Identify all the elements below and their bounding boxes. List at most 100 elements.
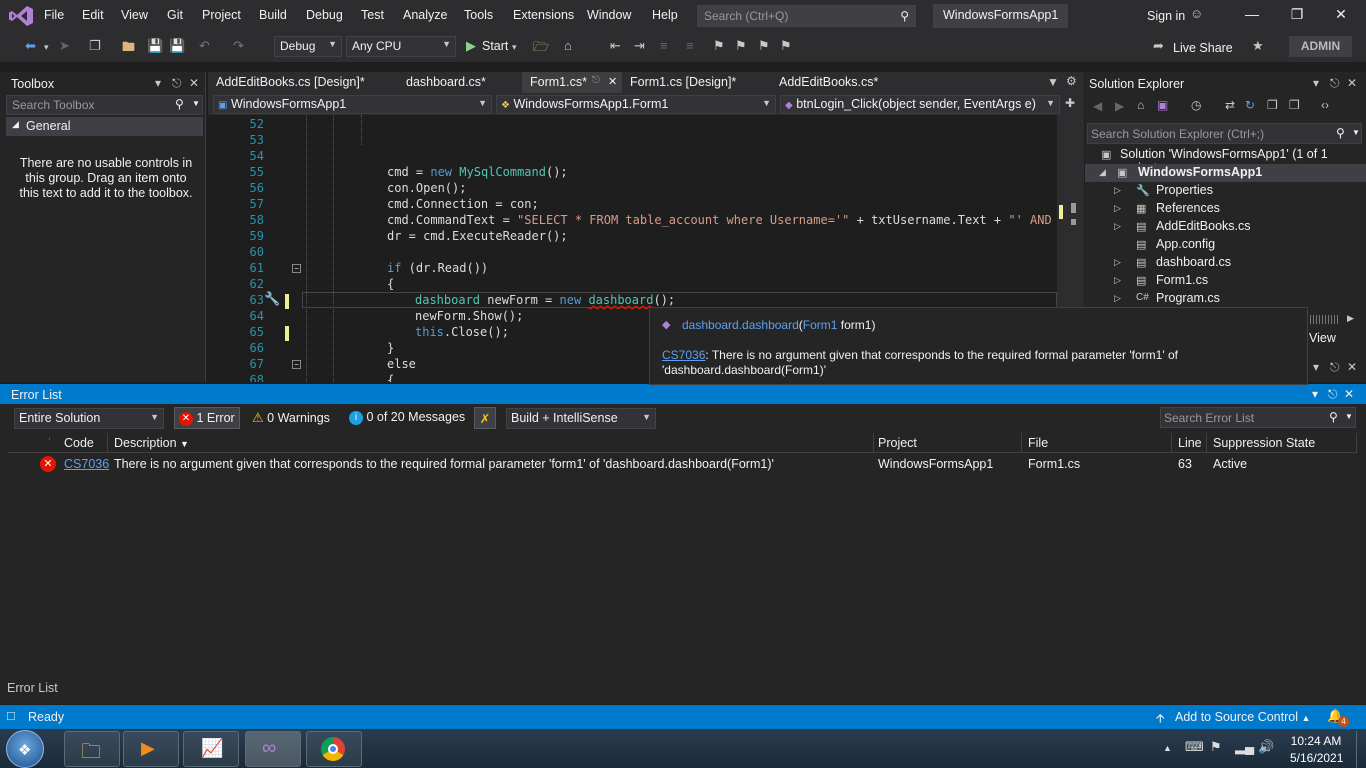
minimize-icon[interactable]: — (1237, 6, 1267, 22)
solution-platform-select[interactable]: Any CPU ▼ (346, 36, 456, 57)
navigate-back-icon[interactable]: ⬅ (25, 38, 36, 54)
pin-icon[interactable]: ⎋ (1330, 76, 1340, 91)
pin-icon[interactable]: ⎋ (172, 76, 182, 91)
close-icon[interactable]: ✕ (189, 76, 199, 90)
home-icon[interactable]: ⌂ (1137, 98, 1144, 112)
panel-dropdown-icon[interactable]: ▾ (1313, 76, 1319, 90)
sync-icon[interactable]: ⇄ (1225, 98, 1235, 112)
menu-tools[interactable]: Tools (464, 8, 493, 22)
step-into-icon[interactable]: ⇤ (610, 38, 621, 54)
browse-icon[interactable]: 🗁 (533, 38, 549, 60)
action-center-icon[interactable]: ⚑ (1210, 739, 1222, 755)
horizontal-scroll-thumb[interactable] (1307, 315, 1339, 324)
system-monitor-icon[interactable]: 📈 (183, 731, 239, 767)
tree-item-dashboard[interactable]: ▷ ▤ dashboard.cs (1085, 254, 1366, 272)
column-file[interactable]: File (1022, 433, 1172, 453)
media-player-icon[interactable]: ▶ (123, 731, 179, 767)
warnings-filter-toggle[interactable]: ⚠ 0 Warnings (248, 407, 334, 429)
tab-addeditbooks-cs[interactable]: AddEditBooks.cs* (771, 72, 886, 93)
pin-icon[interactable]: ⎋ (1328, 387, 1338, 402)
show-hidden-icons-icon[interactable]: ▲ (1163, 743, 1172, 753)
collapse-icon[interactable]: − (292, 360, 301, 369)
column-code[interactable]: Code (58, 433, 108, 453)
start-dropdown-icon[interactable]: ▾ (512, 42, 517, 53)
menu-analyze[interactable]: Analyze (403, 8, 447, 22)
tree-item-project[interactable]: ◢ ▣ WindowsFormsApp1 (1085, 164, 1366, 182)
menu-debug[interactable]: Debug (306, 8, 343, 22)
pending-changes-icon[interactable]: ◷ (1191, 98, 1201, 112)
column-project[interactable]: Project (872, 433, 1022, 453)
show-all-files-icon[interactable]: ❐ (1289, 98, 1300, 112)
scroll-right-icon[interactable]: ▶ (1347, 313, 1354, 324)
column-suppression-state[interactable]: Suppression State (1207, 433, 1357, 453)
comment-icon[interactable]: ≡ (660, 38, 668, 53)
error-list-search-input[interactable]: Search Error List ⚲ ▼ (1160, 407, 1356, 428)
undo-icon[interactable]: ↶ (199, 38, 210, 54)
quick-actions-screwdriver-icon[interactable]: 🔧 (264, 292, 280, 307)
menu-window[interactable]: Window (587, 8, 631, 22)
column-description[interactable]: Description ▼ (108, 433, 874, 453)
code-view-icon[interactable]: ‹› (1321, 98, 1329, 112)
project-navigation-select[interactable]: ▣ WindowsFormsApp1 ▼ (213, 95, 492, 114)
tree-item-solution[interactable]: ▣ Solution 'WindowsFormsApp1' (1 of 1 pr… (1085, 146, 1366, 175)
start-play-icon[interactable]: ▶ (466, 38, 476, 54)
menu-view[interactable]: View (121, 8, 148, 22)
menu-help[interactable]: Help (652, 8, 678, 22)
tab-list-dropdown-icon[interactable]: ▼ (1047, 75, 1059, 89)
pin-icon[interactable]: ⎋ (592, 75, 600, 86)
error-code-link[interactable]: CS7036 (64, 457, 109, 471)
back-icon[interactable]: ◀ (1093, 99, 1102, 113)
uncomment-icon[interactable]: ≡ (686, 38, 694, 53)
solution-explorer-search-input[interactable]: Search Solution Explorer (Ctrl+;) ⚲ ▼ (1087, 123, 1362, 144)
tree-item-form1[interactable]: ▷ ▤ Form1.cs (1085, 272, 1366, 290)
menu-extensions[interactable]: Extensions (513, 8, 574, 22)
add-to-source-control-button[interactable]: Add to Source Control ▲ (1175, 710, 1310, 724)
visual-studio-logo-icon[interactable] (8, 5, 34, 27)
show-desktop-button[interactable] (1356, 731, 1366, 768)
user-account-badge[interactable]: ADMIN (1289, 36, 1352, 57)
start-button[interactable]: Start (482, 39, 508, 53)
sign-in-link[interactable]: Sign in (1147, 9, 1185, 23)
new-project-icon[interactable]: ❐ (89, 38, 101, 54)
bottom-tab-error-list[interactable]: Error List (7, 681, 58, 695)
close-icon[interactable]: ✕ (1347, 360, 1357, 374)
restore-icon[interactable]: ❐ (1282, 6, 1312, 23)
tree-item-addeditbooks[interactable]: ▷ ▤ AddEditBooks.cs (1085, 218, 1366, 236)
tab-dashboard-cs[interactable]: dashboard.cs* (398, 72, 494, 93)
global-search-input[interactable]: Search (Ctrl+Q) ⚲ (697, 5, 916, 27)
solution-explorer-view-tab[interactable]: View (1309, 331, 1336, 345)
tree-item-references[interactable]: ▷ ▦ References (1085, 200, 1366, 218)
menu-build[interactable]: Build (259, 8, 287, 22)
keyboard-icon[interactable]: ⌨ (1185, 739, 1204, 755)
solution-configuration-select[interactable]: Debug ▼ (274, 36, 342, 57)
live-share-icon[interactable]: ➦ (1153, 38, 1164, 54)
messages-filter-toggle[interactable]: i 0 of 20 Messages (345, 407, 469, 429)
tree-item-program[interactable]: ▷ C# Program.cs (1085, 290, 1366, 308)
settings-gear-icon[interactable]: ⚙ (1066, 74, 1077, 88)
volume-icon[interactable]: 🔊 (1258, 739, 1274, 755)
save-all-icon[interactable]: 💾 (169, 38, 185, 54)
refresh-icon[interactable]: ↻ (1245, 98, 1255, 112)
navigate-forward-icon[interactable]: ➤ (59, 38, 70, 54)
close-window-icon[interactable]: ✕ (1326, 6, 1356, 23)
collapse-all-icon[interactable]: ❐ (1267, 98, 1278, 112)
chrome-icon[interactable] (306, 731, 362, 767)
panel-dropdown-icon[interactable]: ▾ (1312, 387, 1318, 401)
bookmark-next-icon[interactable]: ⚑ (758, 38, 770, 54)
toolbox-dropdown-icon[interactable]: ▾ (155, 76, 161, 90)
toolbox-group-general[interactable]: ◢ General (6, 117, 203, 136)
live-share-button[interactable]: Live Share (1173, 41, 1233, 55)
tree-item-properties[interactable]: ▷ 🔧 Properties (1085, 182, 1366, 200)
close-icon[interactable]: ✕ (1344, 387, 1354, 401)
clock-date[interactable]: 5/16/2021 (1290, 751, 1343, 765)
member-navigation-select[interactable]: ◆ btnLogin_Click(object sender, EventArg… (780, 95, 1060, 114)
menu-git[interactable]: Git (167, 8, 183, 22)
close-icon[interactable]: ✕ (608, 75, 617, 88)
toolbox-search-input[interactable]: Search Toolbox ⚲ ▼ (6, 95, 203, 115)
tab-form1-design[interactable]: Form1.cs [Design]* (622, 72, 744, 93)
visual-studio-taskbar-icon[interactable]: ∞ (245, 731, 301, 767)
network-signal-icon[interactable]: ▂▄ (1235, 739, 1254, 755)
back-dropdown-icon[interactable]: ▾ (44, 42, 49, 53)
forward-icon[interactable]: ▶ (1115, 99, 1124, 113)
error-scope-select[interactable]: Entire Solution ▼ (14, 408, 164, 429)
